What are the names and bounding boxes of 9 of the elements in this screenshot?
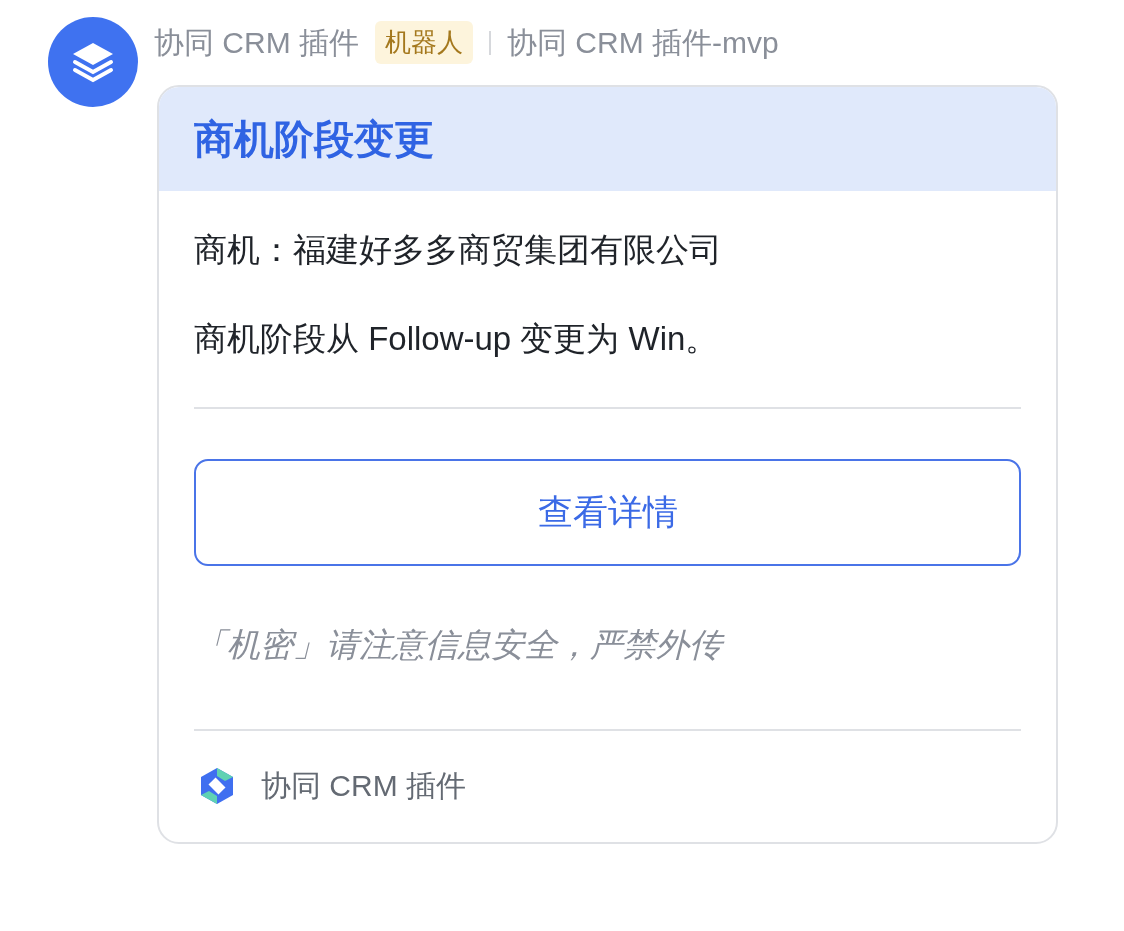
bot-tag: 机器人	[375, 21, 473, 64]
sender-name: 协同 CRM 插件	[154, 24, 359, 61]
message-text: 商机：福建好多多商贸集团有限公司	[194, 230, 723, 270]
view-details-button[interactable]: 查看详情	[194, 458, 1021, 566]
app-name: 协同 CRM 插件-mvp	[507, 24, 779, 61]
confidential-notice: 「机密」请注意信息安全，严禁外传	[194, 619, 1021, 670]
card-title: 商机阶段变更	[194, 116, 435, 163]
message-text: 商机阶段从 Follow-up 变更为 Win。	[194, 318, 720, 359]
footer-app-name: 协同 CRM 插件	[261, 768, 466, 805]
